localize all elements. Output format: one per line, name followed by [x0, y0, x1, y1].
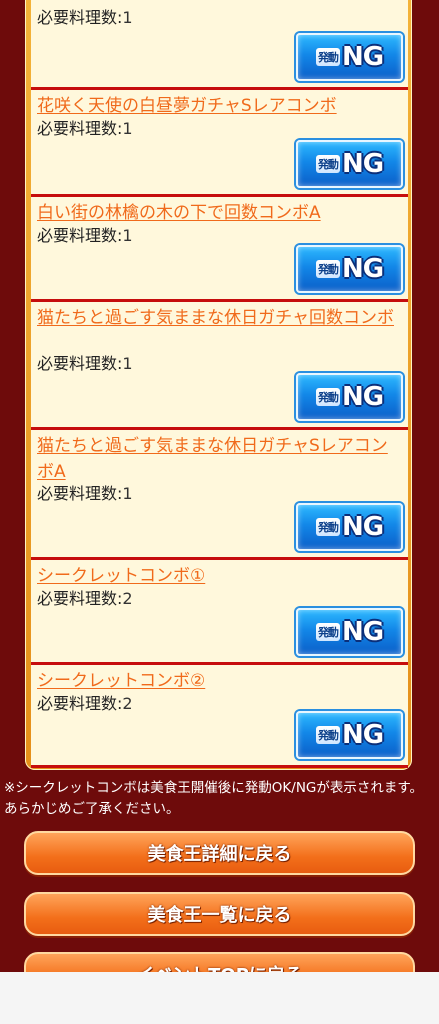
trigger-ng-badge: 発動 NG: [296, 140, 403, 188]
combo-item: 必要料理数:1 発動 NG: [31, 0, 408, 87]
ng-status: NG: [341, 720, 384, 750]
secret-combo-note: ※シークレットコンボは美食王開催後に発動OK/NGが表示されます。あらかじめご了…: [4, 780, 424, 817]
combo-title-link[interactable]: 白い街の林檎の木の下で回数コンボA: [37, 200, 403, 226]
back-to-event-top-button[interactable]: イベントTOPに戻る: [24, 952, 415, 972]
back-to-list-button[interactable]: 美食王一覧に戻る: [24, 892, 415, 936]
trigger-label: 発動: [315, 388, 340, 406]
ng-status: NG: [341, 617, 384, 647]
combo-title-link[interactable]: シークレットコンボ①: [37, 563, 403, 589]
trigger-label: 発動: [315, 48, 340, 66]
trigger-ng-badge: 発動 NG: [296, 608, 403, 656]
back-to-detail-button[interactable]: 美食王詳細に戻る: [24, 831, 415, 875]
trigger-ng-badge: 発動 NG: [296, 245, 403, 293]
trigger-label: 発動: [315, 518, 340, 536]
combo-item: シークレットコンボ② 必要料理数:2 発動 NG: [31, 662, 408, 768]
combo-item: 猫たちと過ごす気ままな休日ガチャSレアコンボA 必要料理数:1 発動 NG: [31, 427, 408, 557]
combo-title-link[interactable]: 花咲く天使の白昼夢ガチャSレアコンボ: [37, 93, 403, 119]
combo-title-link[interactable]: 猫たちと過ごす気ままな休日ガチャSレアコンボA: [37, 433, 403, 485]
trigger-ng-badge: 発動 NG: [296, 711, 403, 759]
required-dishes-text: 必要料理数:1: [37, 484, 133, 503]
required-dishes-text: 必要料理数:1: [37, 8, 133, 27]
trigger-label: 発動: [315, 260, 340, 278]
combo-item: 猫たちと過ごす気ままな休日ガチャ回数コンボ 必要料理数:1 発動 NG: [31, 299, 408, 427]
ng-status: NG: [341, 512, 384, 542]
trigger-label: 発動: [315, 155, 340, 173]
combo-item: 白い街の林檎の木の下で回数コンボA 必要料理数:1 発動 NG: [31, 194, 408, 299]
trigger-label: 発動: [315, 726, 340, 744]
combo-item: シークレットコンボ① 必要料理数:2 発動 NG: [31, 557, 408, 662]
required-dishes-text: 必要料理数:1: [37, 119, 133, 138]
combo-title-link[interactable]: 猫たちと過ごす気ままな休日ガチャ回数コンボ: [37, 305, 403, 331]
combo-item: 花咲く天使の白昼夢ガチャSレアコンボ 必要料理数:1 発動 NG: [31, 87, 408, 194]
required-dishes-text: 必要料理数:1: [37, 354, 133, 373]
ng-status: NG: [341, 254, 384, 284]
required-dishes-text: 必要料理数:2: [37, 589, 133, 608]
trigger-label: 発動: [315, 623, 340, 641]
combo-title-link[interactable]: シークレットコンボ②: [37, 668, 403, 694]
ng-status: NG: [341, 382, 384, 412]
ng-status: NG: [341, 42, 384, 72]
ng-status: NG: [341, 149, 384, 179]
trigger-ng-badge: 発動 NG: [296, 33, 403, 81]
required-dishes-text: 必要料理数:2: [37, 694, 133, 713]
trigger-ng-badge: 発動 NG: [296, 373, 403, 421]
trigger-ng-badge: 発動 NG: [296, 503, 403, 551]
event-screen: 必要料理数:1 発動 NG 花咲く天使の白昼夢ガチャSレアコンボ 必要料理数:1…: [0, 0, 439, 972]
required-dishes-text: 必要料理数:1: [37, 226, 133, 245]
